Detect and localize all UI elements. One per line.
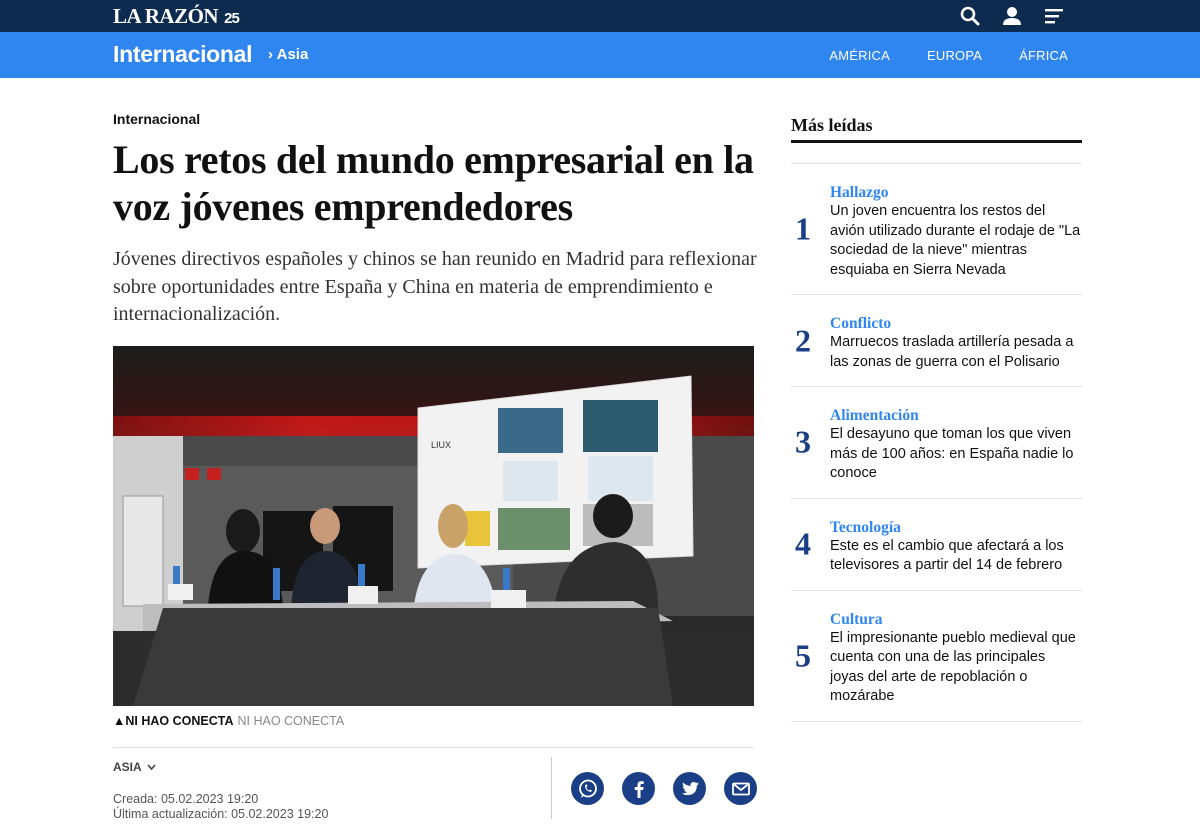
whatsapp-icon[interactable] xyxy=(571,772,604,805)
nav-africa[interactable]: ÁFRICA xyxy=(1019,48,1068,63)
region-nav: AMÉRICA EUROPA ÁFRICA xyxy=(829,48,1068,63)
article-kicker[interactable]: Internacional xyxy=(113,111,200,127)
vertical-divider xyxy=(551,757,552,819)
item-headline[interactable]: Marruecos traslada artillería pesada a l… xyxy=(830,333,1082,372)
section-bar: Internacional › Asia AMÉRICA EUROPA ÁFRI… xyxy=(0,32,1200,78)
section-title-link[interactable]: Internacional xyxy=(113,41,253,68)
rank-number: 2 xyxy=(795,322,811,358)
tag-dropdown[interactable]: ASIA xyxy=(113,760,156,774)
most-read-item[interactable]: 3 Alimentación El desayuno que toman los… xyxy=(791,386,1082,498)
item-category[interactable]: Tecnología xyxy=(830,518,1082,537)
nav-america[interactable]: AMÉRICA xyxy=(829,48,890,63)
share-buttons xyxy=(571,772,757,805)
item-category[interactable]: Conflicto xyxy=(830,314,1082,333)
caption-source: NI HAO CONECTA xyxy=(237,714,345,728)
breadcrumb-asia[interactable]: › Asia xyxy=(268,46,308,63)
item-headline[interactable]: El desayuno que toman los que viven más … xyxy=(830,425,1082,484)
facebook-icon[interactable] xyxy=(622,772,655,805)
slide-brand: LIUX xyxy=(431,440,451,450)
most-read-title: Más leídas xyxy=(791,115,873,135)
article-subtitle: Jóvenes directivos españoles y chinos se… xyxy=(113,248,757,325)
email-icon[interactable] xyxy=(724,772,757,805)
updated-date: Última actualización: 05.02.2023 19:20 xyxy=(113,807,329,821)
list-end-rule xyxy=(791,720,1082,722)
item-headline[interactable]: Un joven encuentra los restos del avión … xyxy=(830,202,1082,280)
rank-number: 4 xyxy=(795,525,811,562)
most-read-item[interactable]: 5 Cultura El impresionante pueblo mediev… xyxy=(791,589,1082,721)
most-read-item[interactable]: 4 Tecnología Este es el cambio que afect… xyxy=(791,497,1082,590)
user-icon[interactable] xyxy=(1001,5,1023,27)
tag-label: ASIA xyxy=(113,760,142,774)
photo-caption: ▲NI HAO CONECTA NI HAO CONECTA xyxy=(113,714,344,728)
item-category[interactable]: Alimentación xyxy=(830,406,1082,425)
item-headline[interactable]: El impresionante pueblo medieval que cue… xyxy=(830,629,1082,707)
most-read-item[interactable]: 1 Hallazgo Un joven encuentra los restos… xyxy=(791,163,1082,294)
most-read-rule xyxy=(791,140,1082,143)
search-icon[interactable] xyxy=(959,5,981,27)
item-category[interactable]: Cultura xyxy=(830,610,1082,629)
rank-number: 3 xyxy=(795,423,811,460)
created-date: Creada: 05.02.2023 19:20 xyxy=(113,792,259,806)
article-photo: LIUX xyxy=(113,346,754,706)
most-read-item[interactable]: 2 Conflicto Marruecos traslada artillerí… xyxy=(791,294,1082,386)
chevron-down-icon xyxy=(146,764,156,771)
meta-divider xyxy=(113,747,754,748)
article-dates: Creada: 05.02.2023 19:20 Última actualiz… xyxy=(113,792,328,822)
rank-number: 5 xyxy=(795,637,811,673)
logo-text: LA RAZÓN xyxy=(113,4,219,28)
article-headline: Los retos del mundo empresarial en la vo… xyxy=(113,137,754,229)
menu-icon[interactable] xyxy=(1043,5,1065,27)
item-headline[interactable]: Este es el cambio que afectará a los tel… xyxy=(830,537,1082,576)
top-bar: LA RAZÓN 25 xyxy=(0,0,1200,32)
most-read-list: 1 Hallazgo Un joven encuentra los restos… xyxy=(791,163,1082,722)
twitter-icon[interactable] xyxy=(673,772,706,805)
rank-number: 1 xyxy=(795,210,811,247)
item-category[interactable]: Hallazgo xyxy=(830,183,1082,202)
nav-europa[interactable]: EUROPA xyxy=(927,48,982,63)
anniversary-badge: 25 xyxy=(224,10,240,27)
site-logo[interactable]: LA RAZÓN 25 xyxy=(113,4,240,31)
caption-credit: ▲NI HAO CONECTA xyxy=(113,714,234,728)
